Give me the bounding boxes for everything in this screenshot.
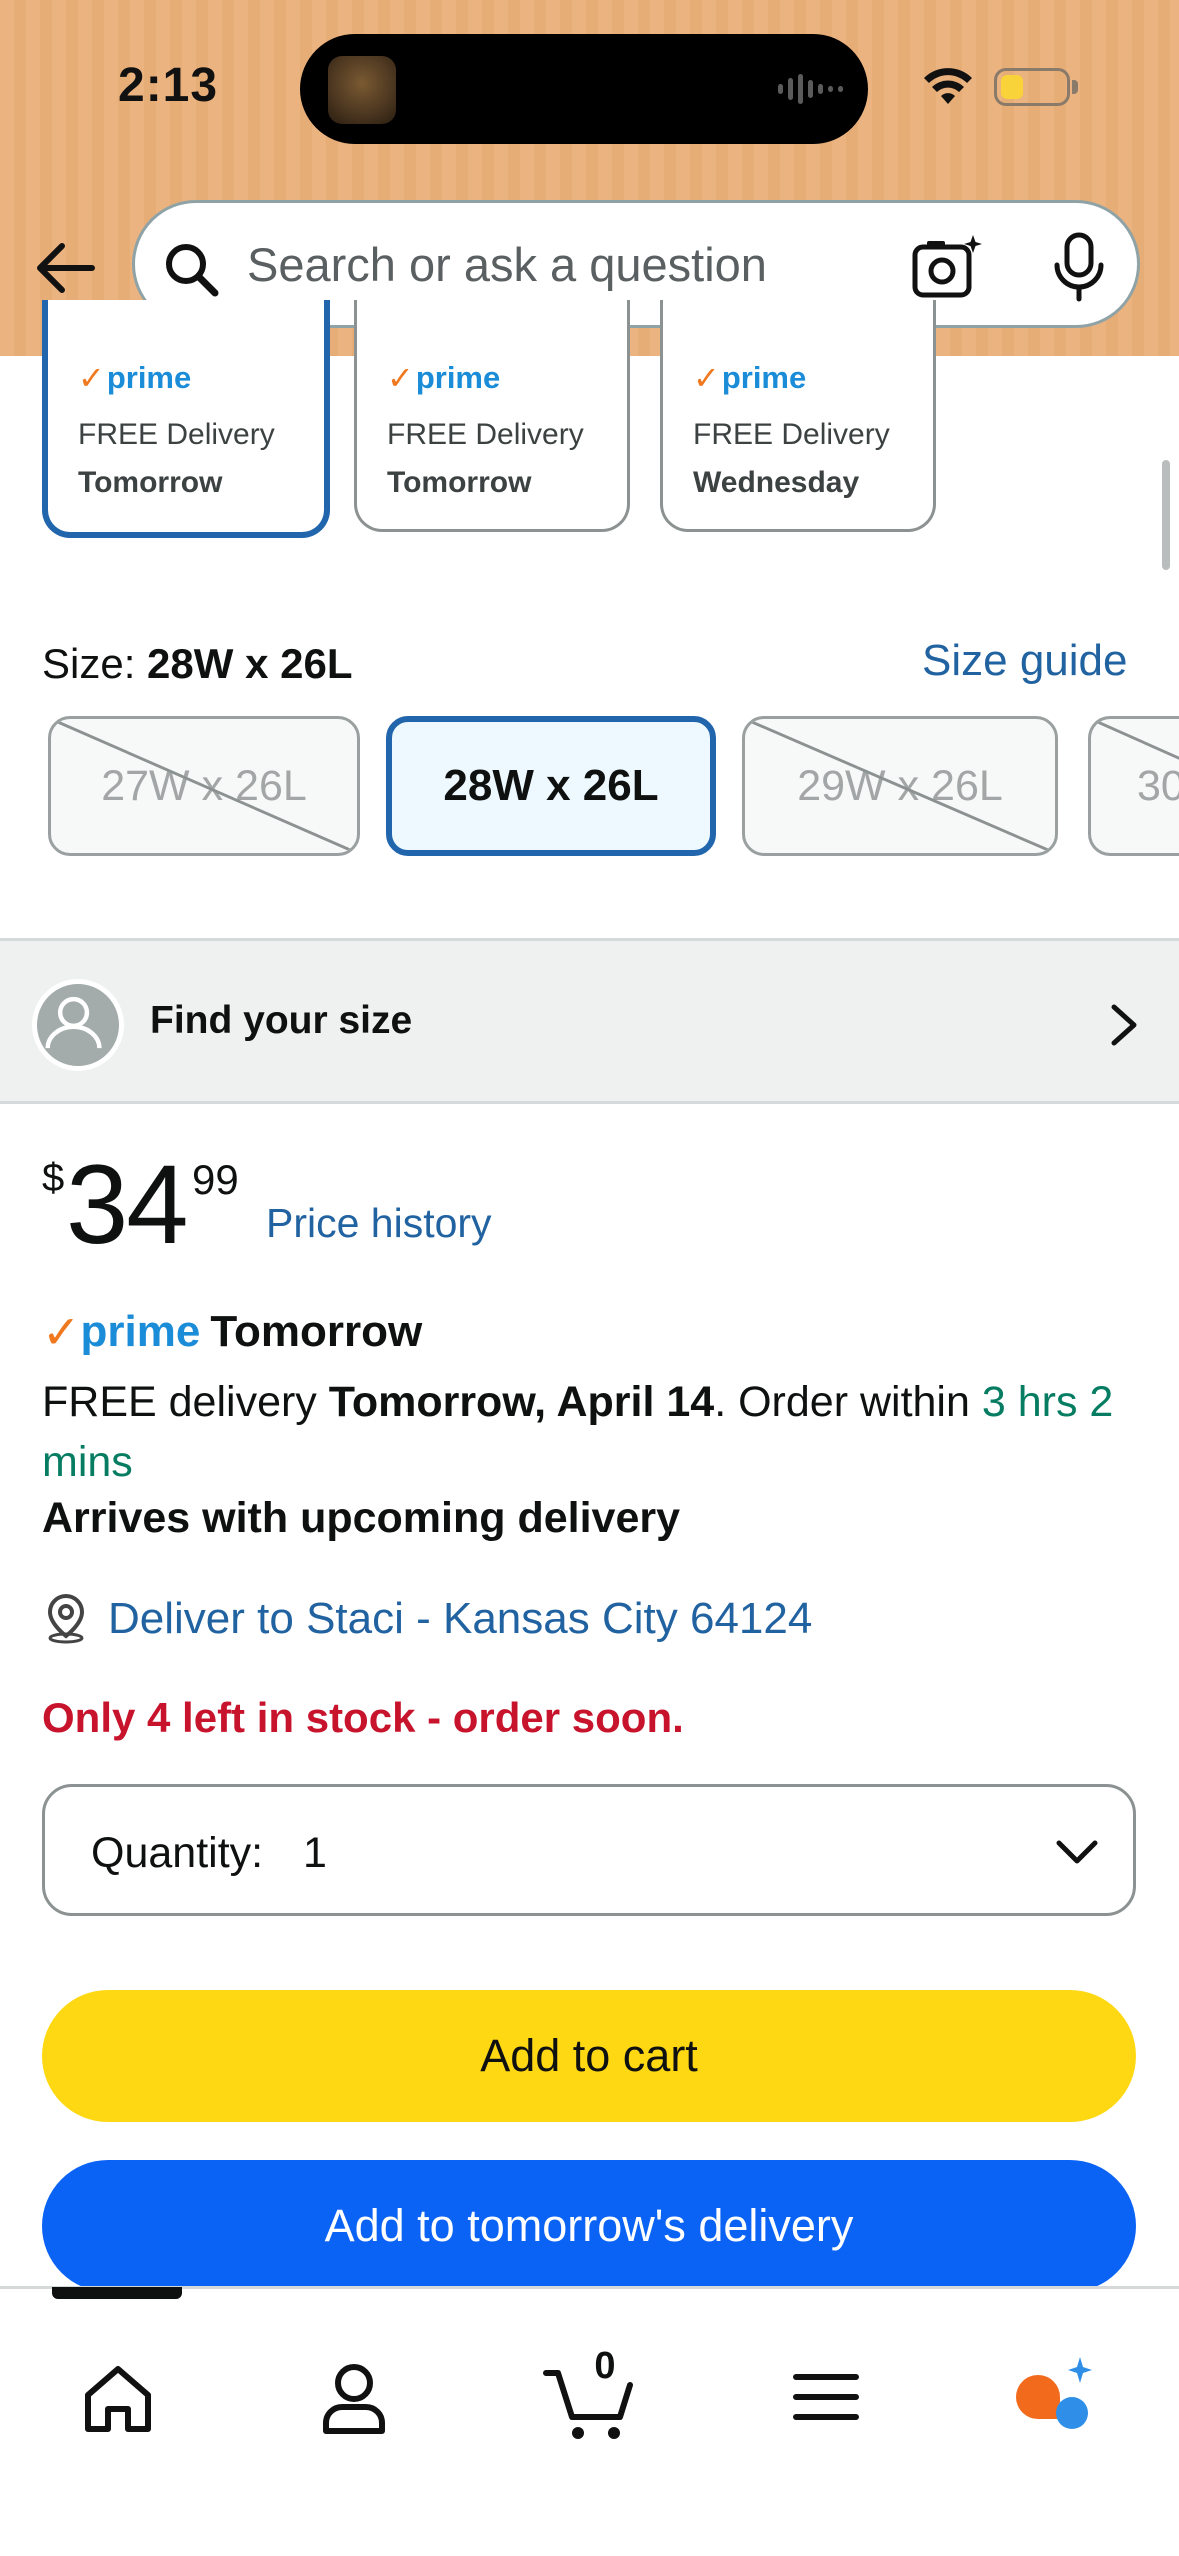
size-guide-link[interactable]: Size guide [922, 636, 1127, 686]
battery-icon [994, 68, 1070, 106]
find-your-size-row[interactable]: Find your size [0, 938, 1179, 1104]
chevron-right-icon [1111, 1004, 1137, 1046]
add-to-cart-button[interactable]: Add to cart [42, 1990, 1136, 2122]
account-icon[interactable] [306, 2349, 402, 2445]
quantity-label: Quantity: [91, 1829, 264, 1877]
delivery-option-label: FREE Delivery [78, 418, 275, 451]
delivery-message: FREE delivery Tomorrow, April 14. Order … [42, 1378, 1114, 1486]
find-your-size-label: Find your size [150, 999, 413, 1042]
prime-logo: ✓ prime [78, 360, 192, 396]
location-pin-icon [47, 1593, 85, 1644]
camera-search-icon[interactable] [911, 233, 983, 301]
quantity-value: 1 [303, 1829, 327, 1877]
delivery-option-day: Tomorrow [387, 466, 532, 499]
price-currency: $ [42, 1156, 65, 1200]
price-whole: 34 [66, 1142, 189, 1267]
delivery-option-day: Wednesday [693, 466, 860, 499]
search-input[interactable]: Search or ask a question [247, 233, 887, 297]
add-to-tomorrow-delivery-button[interactable]: Add to tomorrow's delivery [42, 2160, 1136, 2292]
prime-word: prime [80, 1307, 201, 1356]
wifi-icon [924, 68, 972, 104]
price-history-link[interactable]: Price history [266, 1200, 492, 1247]
menu-icon[interactable] [778, 2349, 874, 2445]
active-tab-indicator [52, 2287, 182, 2299]
chevron-down-icon [1056, 1840, 1098, 1864]
delivery-date: Tomorrow, April 14 [328, 1378, 715, 1426]
size-option-unavailable[interactable]: 27W x 26L [48, 716, 360, 856]
prime-logo: ✓ prime [387, 360, 501, 396]
size-option-unavailable[interactable]: 29W x 26L [742, 716, 1058, 856]
rufus-icon[interactable] [1008, 2349, 1104, 2445]
delivery-option-day: Tomorrow [78, 466, 223, 499]
home-icon[interactable] [70, 2349, 166, 2445]
arrives-note: Arrives with upcoming delivery [42, 1494, 681, 1542]
cart-count: 0 [594, 2345, 616, 2387]
bottom-nav: 0 [0, 2286, 1179, 2556]
delivery-option-card[interactable]: ✓ prime FREE Delivery Wednesday [660, 300, 936, 532]
size-option-selected[interactable]: 28W x 26L [386, 716, 716, 856]
scroll-indicator [1162, 460, 1170, 570]
deliver-to-link[interactable]: Deliver to Staci - Kansas City 64124 [108, 1594, 812, 1644]
now-playing-thumbnail [328, 56, 396, 124]
prime-speed: Tomorrow [210, 1307, 423, 1356]
size-selected-value: 28W x 26L [147, 640, 353, 687]
back-arrow-icon[interactable] [30, 232, 102, 304]
size-label: Size: 28W x 26L [42, 640, 353, 687]
audio-wave-icon [778, 74, 843, 104]
stock-warning: Only 4 left in stock - order soon. [42, 1694, 684, 1741]
prime-delivery-badge: ✓ prime Tomorrow [42, 1304, 422, 1360]
size-option-unavailable[interactable]: 30 [1088, 716, 1179, 856]
delivery-option-label: FREE Delivery [693, 418, 890, 451]
prime-logo: ✓ prime [693, 360, 807, 396]
microphone-icon[interactable] [1047, 231, 1111, 303]
price-fraction: 99 [192, 1156, 239, 1203]
status-time: 2:13 [118, 59, 219, 112]
delivery-option-card[interactable]: ✓ prime FREE Delivery Tomorrow [354, 300, 630, 532]
prime-check-icon: ✓ [42, 1306, 81, 1358]
delivery-option-label: FREE Delivery [387, 418, 584, 451]
quantity-select[interactable]: Quantity: 1 [42, 1784, 1136, 1916]
delivery-option-card[interactable]: ✓ prime FREE Delivery Tomorrow [42, 300, 330, 538]
cart-button[interactable]: 0 [542, 2345, 638, 2445]
search-icon [166, 244, 219, 297]
avatar-icon [32, 979, 124, 1071]
